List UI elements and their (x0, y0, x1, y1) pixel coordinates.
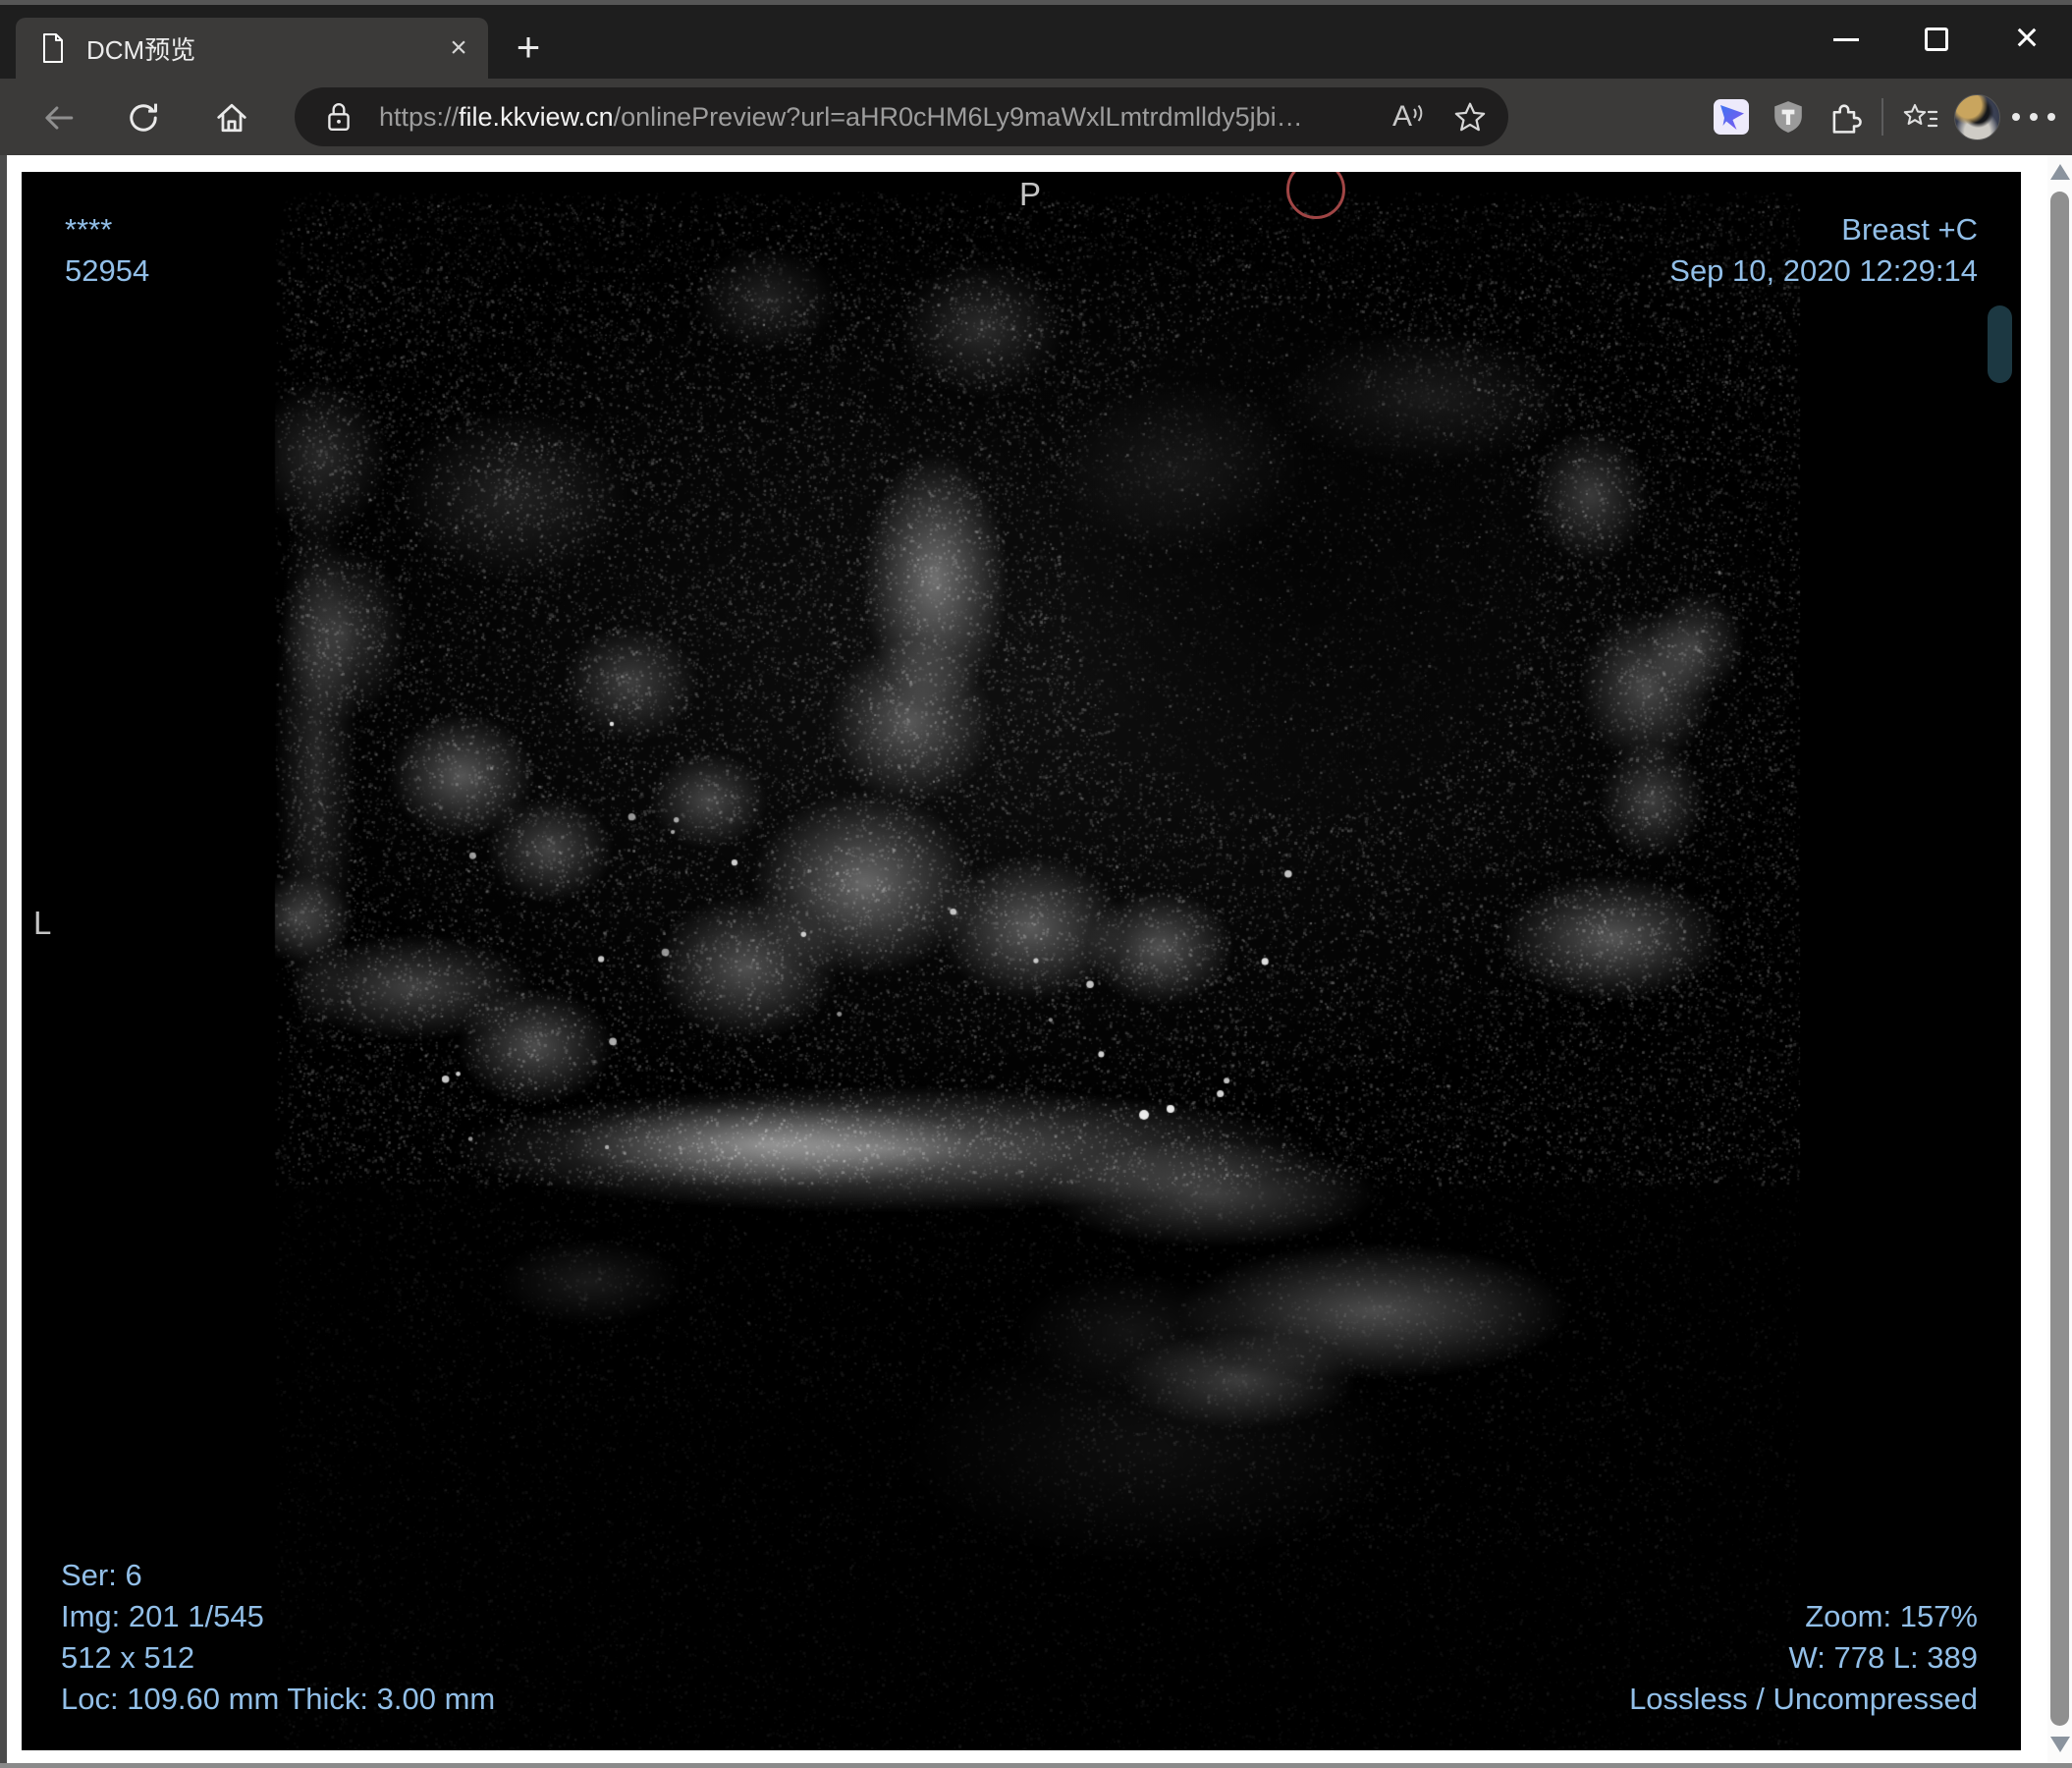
display-info-overlay: Zoom: 157% W: 778 L: 389 Lossless / Unco… (1629, 1596, 1978, 1720)
read-aloud-waves-icon (1413, 104, 1423, 122)
maximize-icon (1925, 28, 1948, 51)
favorite-star-icon[interactable] (1453, 100, 1487, 134)
maximize-button[interactable] (1891, 5, 1982, 74)
window-top-border (0, 0, 2072, 5)
address-bar-actions: A (1392, 87, 1487, 146)
compression-info: Lossless / Uncompressed (1629, 1682, 1978, 1716)
series-info-overlay: Ser: 6 Img: 201 1/545 512 x 512 Loc: 109… (61, 1555, 495, 1720)
minimize-icon (1833, 37, 1859, 41)
minimize-button[interactable] (1801, 5, 1891, 74)
window-controls: × (1801, 5, 2072, 74)
read-aloud-icon: A (1391, 100, 1412, 133)
extensions-row (1703, 79, 2072, 155)
back-button[interactable] (38, 98, 78, 138)
extension-kkview-button[interactable] (1703, 88, 1760, 145)
lock-icon[interactable] (326, 101, 352, 133)
url-host: file.kkview.cn (459, 101, 614, 132)
avatar (1953, 93, 2000, 140)
shield-t-icon (1774, 101, 1802, 133)
read-aloud-button[interactable]: A (1392, 102, 1424, 132)
dicom-image-canvas[interactable] (22, 172, 2021, 1750)
scroll-up-arrow[interactable] (2050, 164, 2070, 180)
slice-location: Loc: 109.60 mm Thick: 3.00 mm (61, 1682, 496, 1716)
settings-menu-button[interactable] (2005, 88, 2062, 145)
orientation-posterior-label: P (1019, 176, 1042, 212)
image-matrix: 512 x 512 (61, 1640, 195, 1675)
url-path: /onlinePreview?url=aHR0cHM6Ly9maWxlLmtrd… (613, 101, 1303, 132)
image-number: Img: 201 1/545 (61, 1599, 264, 1633)
series-number: Ser: 6 (61, 1558, 142, 1592)
study-info-overlay: Breast +C Sep 10, 2020 12:29:14 (1669, 209, 1978, 292)
patient-info-overlay: **** 52954 (65, 209, 149, 292)
patient-id: 52954 (65, 253, 150, 288)
collections-button[interactable] (1891, 88, 1948, 145)
scroll-down-arrow[interactable] (2050, 1737, 2070, 1752)
extension-tampermonkey-button[interactable] (1760, 88, 1817, 145)
url-text[interactable]: https://file.kkview.cn/onlinePreview?url… (379, 102, 1303, 133)
study-datetime: Sep 10, 2020 12:29:14 (1669, 253, 1978, 288)
extensions-menu-button[interactable] (1817, 88, 1874, 145)
document-icon (43, 33, 63, 63)
url-scheme: https:// (379, 101, 460, 132)
browser-window: { "browser": { "tab_title": "DCM预览", "ic… (0, 0, 2072, 1768)
tab-dcm-preview[interactable]: DCM预览 × (16, 18, 488, 79)
page-scrollbar[interactable] (2047, 155, 2072, 1763)
new-tab-button[interactable]: + (503, 22, 554, 73)
bird-extension-icon (1714, 99, 1749, 135)
zoom-level: Zoom: 157% (1805, 1599, 1978, 1633)
profile-button[interactable] (1948, 88, 2005, 145)
window-left-border (0, 155, 7, 1763)
puzzle-icon (1832, 104, 1862, 134)
viewer-scrollbar-thumb[interactable] (1988, 305, 2012, 383)
ellipsis-icon (2012, 113, 2055, 121)
address-bar[interactable]: https://file.kkview.cn/onlinePreview?url… (295, 87, 1508, 146)
browser-toolbar: https://file.kkview.cn/onlinePreview?url… (0, 79, 2072, 155)
window-level-values: W: 778 L: 389 (1788, 1640, 1978, 1675)
close-icon: × (2014, 14, 2040, 60)
home-button[interactable] (212, 98, 251, 138)
window-bottom-border (0, 1763, 2072, 1768)
collections-star-icon (1903, 103, 1938, 128)
tab-title: DCM预览 (86, 34, 196, 65)
refresh-button[interactable] (124, 98, 163, 138)
toolbar-divider (1881, 98, 1883, 136)
dicom-viewer: **** 52954 Breast +C Sep 10, 2020 12:29:… (22, 172, 2021, 1750)
tab-close-button[interactable]: × (439, 28, 478, 68)
back-arrow-icon (45, 106, 74, 130)
study-description: Breast +C (1841, 212, 1978, 247)
refresh-icon (130, 103, 158, 132)
home-icon (217, 103, 246, 133)
orientation-left-label: L (33, 905, 52, 941)
close-button[interactable]: × (1982, 5, 2072, 74)
tab-strip: DCM预览 × + × (0, 0, 2072, 79)
scrollbar-thumb[interactable] (2050, 192, 2069, 1726)
patient-name-masked: **** (65, 212, 113, 247)
